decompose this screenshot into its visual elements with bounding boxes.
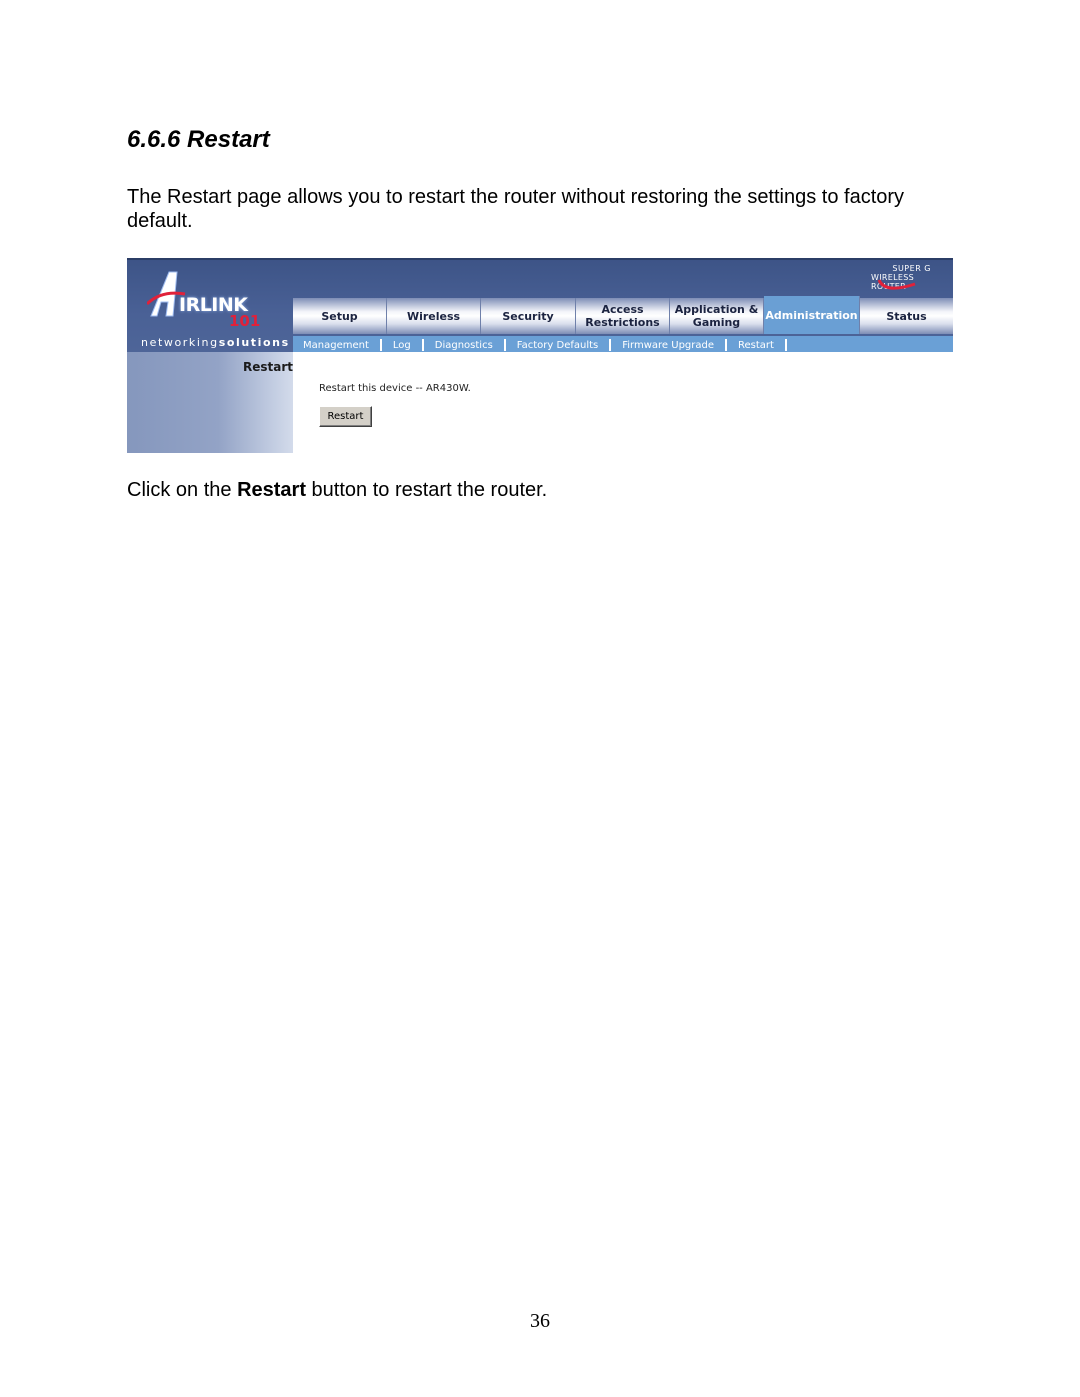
restart-button[interactable]: Restart: [319, 406, 372, 427]
subtab-factory-defaults[interactable]: Factory Defaults: [517, 340, 598, 351]
divider: [725, 339, 728, 351]
router-screenshot: IRLINK 101 networkingsolutions SUPER G W…: [127, 258, 953, 453]
section-heading: 6.6.6 Restart: [127, 126, 270, 153]
tab-status[interactable]: Status: [860, 298, 953, 334]
divider: [784, 339, 787, 351]
tab-administration[interactable]: Administration: [764, 296, 860, 334]
intro-paragraph: The Restart page allows you to restart t…: [127, 186, 905, 232]
subtab-firmware-upgrade[interactable]: Firmware Upgrade: [622, 340, 714, 351]
subtab-diagnostics[interactable]: Diagnostics: [435, 340, 493, 351]
badge-line1: SUPER G: [892, 264, 931, 273]
swoosh-icon: [877, 279, 916, 290]
instruction-suffix: button to restart the router.: [305, 479, 548, 501]
main-tabs: Setup Wireless Security Access Restrictio…: [293, 296, 953, 334]
restart-description: Restart this device -- AR430W.: [319, 383, 471, 394]
page-number: 36: [530, 1310, 550, 1332]
divider: [421, 339, 424, 351]
divider: [503, 339, 506, 351]
sidebar-section-title: Restart: [242, 360, 293, 374]
divider: [379, 339, 382, 351]
subtab-log[interactable]: Log: [393, 340, 411, 351]
router-header: IRLINK 101 networkingsolutions SUPER G W…: [127, 258, 953, 354]
instruction-paragraph: Click on the Restart button to restart t…: [127, 478, 547, 502]
subtab-restart[interactable]: Restart: [738, 340, 774, 351]
tab-setup[interactable]: Setup: [293, 298, 387, 334]
airlink-logo: IRLINK 101 networkingsolutions: [127, 260, 293, 354]
tab-application-gaming[interactable]: Application & Gaming: [670, 298, 764, 334]
tab-access-restrictions[interactable]: Access Restrictions: [576, 298, 670, 334]
logo-number: 101: [229, 312, 261, 330]
tagline-bold: solutions: [218, 336, 290, 349]
super-g-badge: SUPER G WIRELESS ROUTER: [871, 264, 951, 294]
tab-security[interactable]: Security: [481, 298, 576, 334]
subtab-management[interactable]: Management: [303, 340, 369, 351]
tagline-light: networking: [141, 336, 219, 349]
instruction-prefix: Click on the: [127, 479, 238, 501]
logo-tagline: networkingsolutions: [141, 336, 290, 349]
sidebar: Restart: [127, 352, 293, 453]
instruction-bold: Restart: [237, 479, 306, 501]
tab-wireless[interactable]: Wireless: [387, 298, 481, 334]
divider: [609, 339, 612, 351]
content-panel: Restart this device -- AR430W. Restart: [293, 352, 953, 453]
